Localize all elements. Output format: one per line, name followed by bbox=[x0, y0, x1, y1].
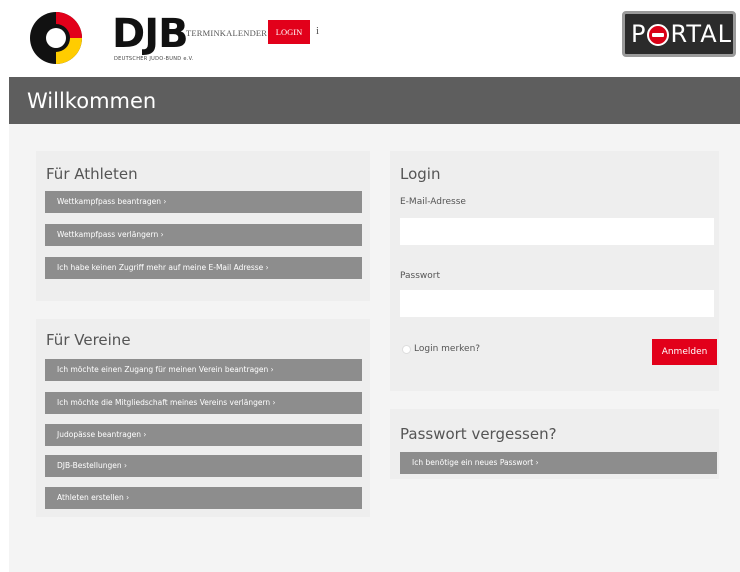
email-label: E-Mail-Adresse bbox=[400, 197, 466, 207]
new-password-button[interactable]: Ich benötige ein neues Passwort › bbox=[400, 452, 717, 474]
site-header: DJB DEUTSCHER JUDO-BUND e.V. TERMINKALEN… bbox=[0, 0, 740, 76]
vereine-panel: Für Vereine Ich möchte einen Zugang für … bbox=[36, 319, 370, 517]
anmelden-button[interactable]: Anmelden bbox=[652, 339, 717, 365]
portal-logo[interactable]: P RTAL bbox=[622, 11, 736, 57]
password-field[interactable] bbox=[400, 290, 714, 317]
forgot-password-title: Passwort vergessen? bbox=[400, 425, 557, 443]
athleten-panel: Für Athleten Wettkampfpass beantragen › … bbox=[36, 151, 370, 301]
judopaesse-beantragen-button[interactable]: Judopässe beantragen › bbox=[45, 424, 362, 446]
login-panel: Login E-Mail-Adresse Passwort Login merk… bbox=[390, 151, 719, 391]
logo-subtitle: DEUTSCHER JUDO-BUND e.V. bbox=[114, 56, 194, 62]
password-label: Passwort bbox=[400, 271, 441, 281]
main-content: Für Athleten Wettkampfpass beantragen › … bbox=[9, 124, 740, 572]
nav-login[interactable]: LOGIN bbox=[268, 20, 310, 44]
email-access-lost-button[interactable]: Ich habe keinen Zugriff mehr auf meine E… bbox=[45, 257, 362, 279]
title-bar: Willkommen bbox=[9, 77, 740, 124]
djb-logo-icon bbox=[30, 12, 82, 64]
remember-label: Login merken? bbox=[414, 344, 481, 354]
login-title: Login bbox=[400, 165, 441, 183]
verein-zugang-beantragen-button[interactable]: Ich möchte einen Zugang für meinen Verei… bbox=[45, 359, 362, 381]
vereine-title: Für Vereine bbox=[46, 331, 131, 349]
athleten-title: Für Athleten bbox=[46, 165, 138, 183]
wettkampfpass-beantragen-button[interactable]: Wettkampfpass beantragen › bbox=[45, 191, 362, 213]
nav-terminkalender[interactable]: TERMINKALENDER bbox=[186, 28, 267, 38]
logo-text: DJB bbox=[112, 11, 189, 57]
portal-text-start: P bbox=[631, 20, 647, 48]
judo-emblem-icon bbox=[647, 24, 670, 46]
athleten-erstellen-button[interactable]: Athleten erstellen › bbox=[45, 487, 362, 509]
page-title: Willkommen bbox=[27, 89, 157, 113]
verein-mitgliedschaft-verlaengern-button[interactable]: Ich möchte die Mitgliedschaft meines Ver… bbox=[45, 392, 362, 414]
djb-logo[interactable]: DJB DEUTSCHER JUDO-BUND e.V. bbox=[26, 8, 193, 64]
info-icon[interactable]: i bbox=[316, 25, 319, 37]
djb-bestellungen-button[interactable]: DJB-Bestellungen › bbox=[45, 455, 362, 477]
portal-text-end: RTAL bbox=[670, 20, 732, 48]
forgot-password-panel: Passwort vergessen? Ich benötige ein neu… bbox=[390, 409, 719, 479]
email-field[interactable] bbox=[400, 218, 714, 245]
wettkampfpass-verlaengern-button[interactable]: Wettkampfpass verlängern › bbox=[45, 224, 362, 246]
remember-checkbox[interactable] bbox=[402, 345, 411, 354]
